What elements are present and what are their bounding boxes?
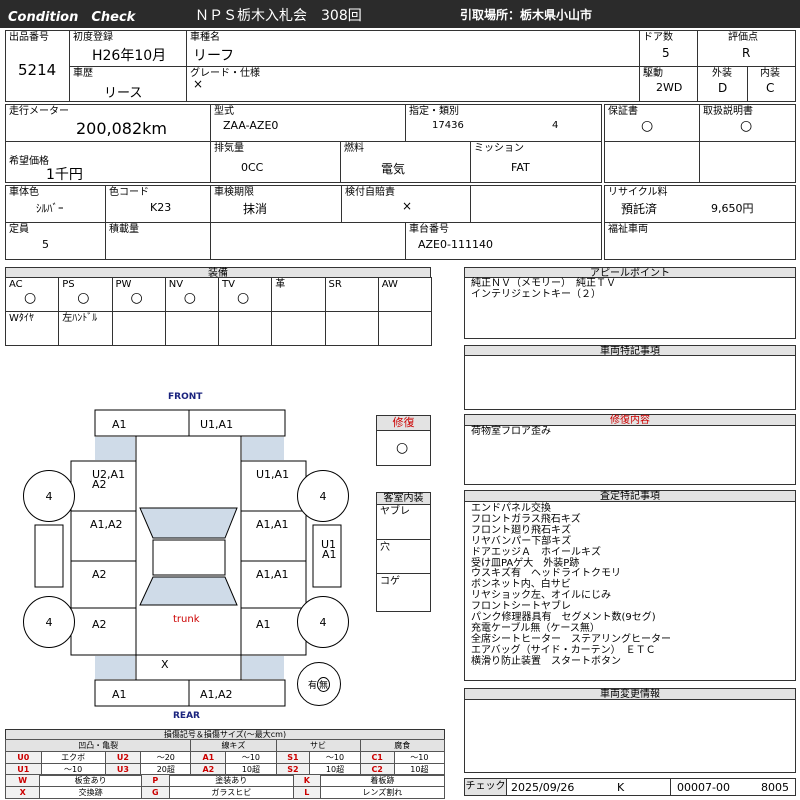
- appraisal-notes-box: エンドパネル交換 フロントガラス飛石キズ フロント廻り飛石キズ リヤバンパー下部キズド…: [464, 501, 796, 681]
- legend-table: 凹凸・亀裂 線キズ サビ 腐食 U0 エクボ U2 〜20 A1 〜10 S1 〜10 C1 〜1…: [4, 739, 446, 776]
- mark-bottom-right: A1,A2: [200, 688, 233, 701]
- legend-desc: レンズ割れ: [319, 786, 446, 799]
- recycle-amount: 9,650円: [711, 202, 754, 215]
- blank-cell-a: [604, 141, 700, 183]
- mark-top-left: A1: [112, 418, 127, 431]
- drive-cell: 駆動 2WD: [639, 66, 698, 102]
- spare-tire: 有無: [297, 662, 341, 706]
- mark-quarter-right: A1: [256, 618, 271, 631]
- mark-rear-door-right: A1,A1: [256, 568, 289, 581]
- blank-cell-c: [470, 185, 602, 223]
- tire-front-left: 4: [23, 470, 75, 522]
- legend-code: S1: [275, 751, 311, 764]
- doors: 5: [662, 46, 670, 60]
- tire-front-right: 4: [297, 470, 349, 522]
- check-code: 00007-00: [677, 781, 730, 794]
- change-info-box: [464, 699, 796, 773]
- mark-quarter-left: A2: [92, 618, 107, 631]
- appeal-box: 純正ＮＶ（メモリー） 純正ＴＶ インテリジェントキー（２）: [464, 277, 796, 339]
- legend-desc: 塗装あり: [168, 774, 294, 787]
- warranty: ○: [641, 118, 654, 134]
- legend-desc: 板金あり: [39, 774, 142, 787]
- pickup-location: 引取場所：栃木県小山市: [460, 8, 593, 22]
- mark-top-right: U1,A1: [200, 418, 234, 431]
- check-row: チェック 2025/09/26 K 00007-00 8005: [464, 778, 796, 796]
- check-date: 2025/09/26: [511, 781, 575, 794]
- manual-cell: 取扱説明書 ○: [699, 104, 796, 142]
- manual: ○: [740, 118, 753, 134]
- appraisal-note: ドアエッジＡ ホイールキズ: [471, 546, 601, 558]
- cert-class: 4: [552, 120, 559, 131]
- check-k: K: [617, 781, 625, 794]
- mark-rear-door-left: A2: [92, 568, 107, 581]
- legend-desc: ガラスヒビ: [168, 786, 294, 799]
- legend-desc: 〜10: [393, 751, 446, 764]
- repair-detail-text: 荷物室フロア歪み: [471, 426, 551, 437]
- check-num: 8005: [761, 781, 789, 794]
- mark-front-left-b: A2: [92, 478, 107, 491]
- legend-group-scratch: 線キズ: [190, 739, 277, 752]
- trunk-label: trunk: [173, 614, 200, 625]
- warranty-cell: 保証書 ○: [604, 104, 700, 142]
- welfare-cell: 福祉車両: [604, 222, 796, 260]
- mark-front-right: U1,A1: [256, 468, 290, 481]
- legend-code: K: [292, 774, 321, 787]
- legend-table-2: W 板金あり P 塗装あり K 着板跡 X 交換跡 G ガラスヒビ L レンズ割れ: [4, 774, 446, 799]
- interior-grade: C: [766, 81, 775, 95]
- recycle-status: 預託済: [621, 202, 658, 216]
- drive: 2WD: [656, 81, 683, 94]
- legend-desc: 〜10: [225, 751, 277, 764]
- repair-detail-box: 荷物室フロア歪み: [464, 425, 796, 485]
- special-notes-box: [464, 355, 796, 410]
- mark-side-b: A1: [322, 548, 337, 561]
- doors-cell: ドア数 5: [639, 30, 698, 67]
- legend-code: U0: [5, 751, 42, 764]
- int-cell: 内装 C: [747, 66, 796, 102]
- check-label: チェック: [465, 779, 507, 795]
- tire-rear-left: 4: [23, 596, 75, 648]
- legend-group-dent: 凹凸・亀裂: [4, 739, 192, 752]
- score: R: [742, 46, 751, 60]
- legend-code: A1: [190, 751, 227, 764]
- mark-bottom-left: A1: [112, 688, 127, 701]
- legend-group-rust: サビ: [275, 739, 361, 752]
- legend-code: L: [292, 786, 321, 799]
- legend-code: W: [4, 774, 41, 787]
- ext-cell: 外装 D: [697, 66, 748, 102]
- legend-code: U2: [104, 751, 142, 764]
- mission-cell: ミッション FAT: [470, 141, 602, 183]
- legend-desc: 交換跡: [39, 786, 142, 799]
- legend-code: X: [4, 786, 41, 799]
- legend-group-corrosion: 腐食: [359, 739, 446, 752]
- tire-rear-right: 4: [297, 596, 349, 648]
- legend-code: G: [140, 786, 170, 799]
- mark-door-right: A1,A1: [256, 518, 289, 531]
- mark-door-left: A1,A2: [90, 518, 123, 531]
- legend-code: C1: [359, 751, 395, 764]
- spare-absent: 無: [317, 676, 331, 692]
- spare-present: 有: [307, 680, 317, 691]
- car-outline: [34, 409, 342, 707]
- appraisal-note: リヤバンパー下部キズ: [471, 535, 572, 547]
- recycle-cell: リサイクル料 預託済 9,650円: [604, 185, 796, 223]
- legend-code: P: [140, 774, 170, 787]
- appraisal-note: エアバッグ（サイド・カーテン） ＥＴＣ: [471, 644, 656, 656]
- legend-desc: エクボ: [40, 751, 106, 764]
- appeal-line-2: インテリジェントキー（２）: [471, 289, 601, 300]
- appraisal-note: 横滑り防止装置 スタートボタン: [471, 655, 621, 667]
- legend-desc: 着板跡: [319, 774, 446, 787]
- mark-rear-x: X: [161, 658, 169, 671]
- legend-desc: 〜20: [140, 751, 192, 764]
- score-cell: 評価点 R: [697, 30, 796, 67]
- exterior-grade: D: [718, 81, 728, 95]
- blank-cell-b: [699, 141, 796, 183]
- legend-desc: 〜10: [309, 751, 361, 764]
- mission: FAT: [511, 161, 530, 174]
